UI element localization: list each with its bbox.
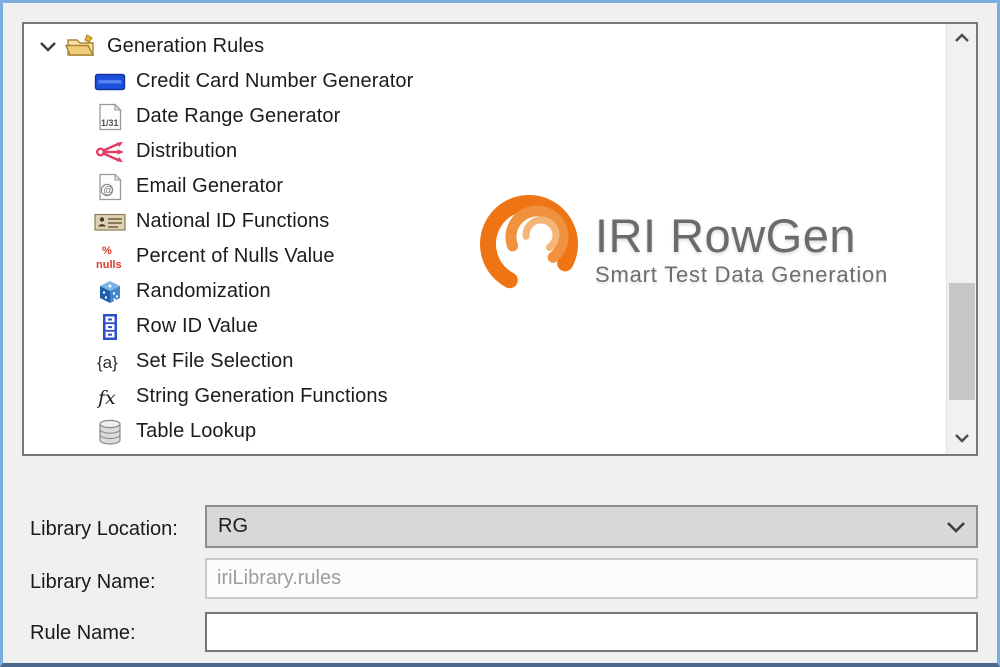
scroll-down-button[interactable] (947, 424, 977, 454)
svg-text:{a}: {a} (97, 353, 118, 372)
library-location-select[interactable]: RG (205, 505, 978, 548)
tree-item-label: Distribution (136, 140, 238, 162)
tree-root-item[interactable]: Generation Rules (24, 29, 944, 64)
tree-item[interactable]: Table Lookup (24, 414, 944, 449)
table-lookup-icon (93, 418, 127, 446)
tree-item-label: Date Range Generator (136, 105, 341, 127)
tree-item[interactable]: Distribution (24, 134, 944, 169)
tree-item-label: Row ID Value (136, 315, 258, 337)
tree-item-label: Table Lookup (136, 420, 257, 442)
distribution-icon (93, 138, 127, 166)
rule-name-field[interactable] (205, 612, 978, 652)
tree-item-label: Randomization (136, 280, 271, 302)
tree-expander-chevron-down-icon[interactable] (36, 35, 60, 59)
iri-rowgen-logo: IRI RowGen Smart Test Data Generation (473, 180, 888, 311)
tree-item-label: Percent of Nulls Value (136, 245, 335, 267)
date-range-icon: 1/31 (93, 102, 127, 131)
percent-nulls-icon: % nulls (93, 243, 127, 271)
tree-item-label: Credit Card Number Generator (136, 70, 414, 92)
tree-item[interactable]: Row ID Value (24, 309, 944, 344)
string-functions-icon: fx (93, 383, 127, 411)
rule-name-label: Rule Name: (30, 622, 136, 644)
svg-text:fx: fx (96, 387, 116, 409)
logo-title: IRI RowGen (595, 208, 856, 262)
svg-text:nulls: nulls (96, 259, 122, 271)
randomization-icon (93, 278, 127, 306)
svg-text:@: @ (103, 185, 113, 196)
credit-card-icon (93, 68, 127, 96)
set-file-icon: {a} (93, 348, 127, 376)
chevron-down-icon (954, 430, 970, 448)
chevron-down-icon (936, 521, 976, 533)
tree-item[interactable]: Credit Card Number Generator (24, 64, 944, 99)
email-icon: @ (93, 172, 127, 201)
svg-text:%: % (102, 245, 112, 257)
tree-item[interactable]: fx String Generation Functions (24, 379, 944, 414)
library-location-value: RG (218, 515, 248, 537)
library-name-field[interactable] (205, 558, 978, 599)
logo-subtitle: Smart Test Data Generation (595, 262, 889, 288)
tree-item[interactable]: {a} Set File Selection (24, 344, 944, 379)
open-folder-icon (64, 33, 98, 61)
tree-item-label: National ID Functions (136, 210, 330, 232)
tree-item-label: Email Generator (136, 175, 284, 197)
national-id-icon (93, 208, 127, 236)
tree-item[interactable]: 1/31 Date Range Generator (24, 99, 944, 134)
svg-text:1/31: 1/31 (101, 118, 119, 128)
tree-item-label: Generation Rules (107, 35, 265, 57)
chevron-up-icon (954, 30, 970, 48)
iri-logo-mark-icon (473, 180, 585, 311)
library-name-label: Library Name: (30, 571, 156, 593)
tree-item-label: String Generation Functions (136, 385, 388, 407)
row-id-icon (93, 313, 127, 341)
scrollbar-thumb[interactable] (949, 283, 975, 400)
tree-item-label: Set File Selection (136, 350, 294, 372)
tree-scrollbar[interactable] (946, 24, 976, 454)
scroll-up-button[interactable] (947, 24, 977, 54)
library-location-label: Library Location: (30, 518, 178, 540)
